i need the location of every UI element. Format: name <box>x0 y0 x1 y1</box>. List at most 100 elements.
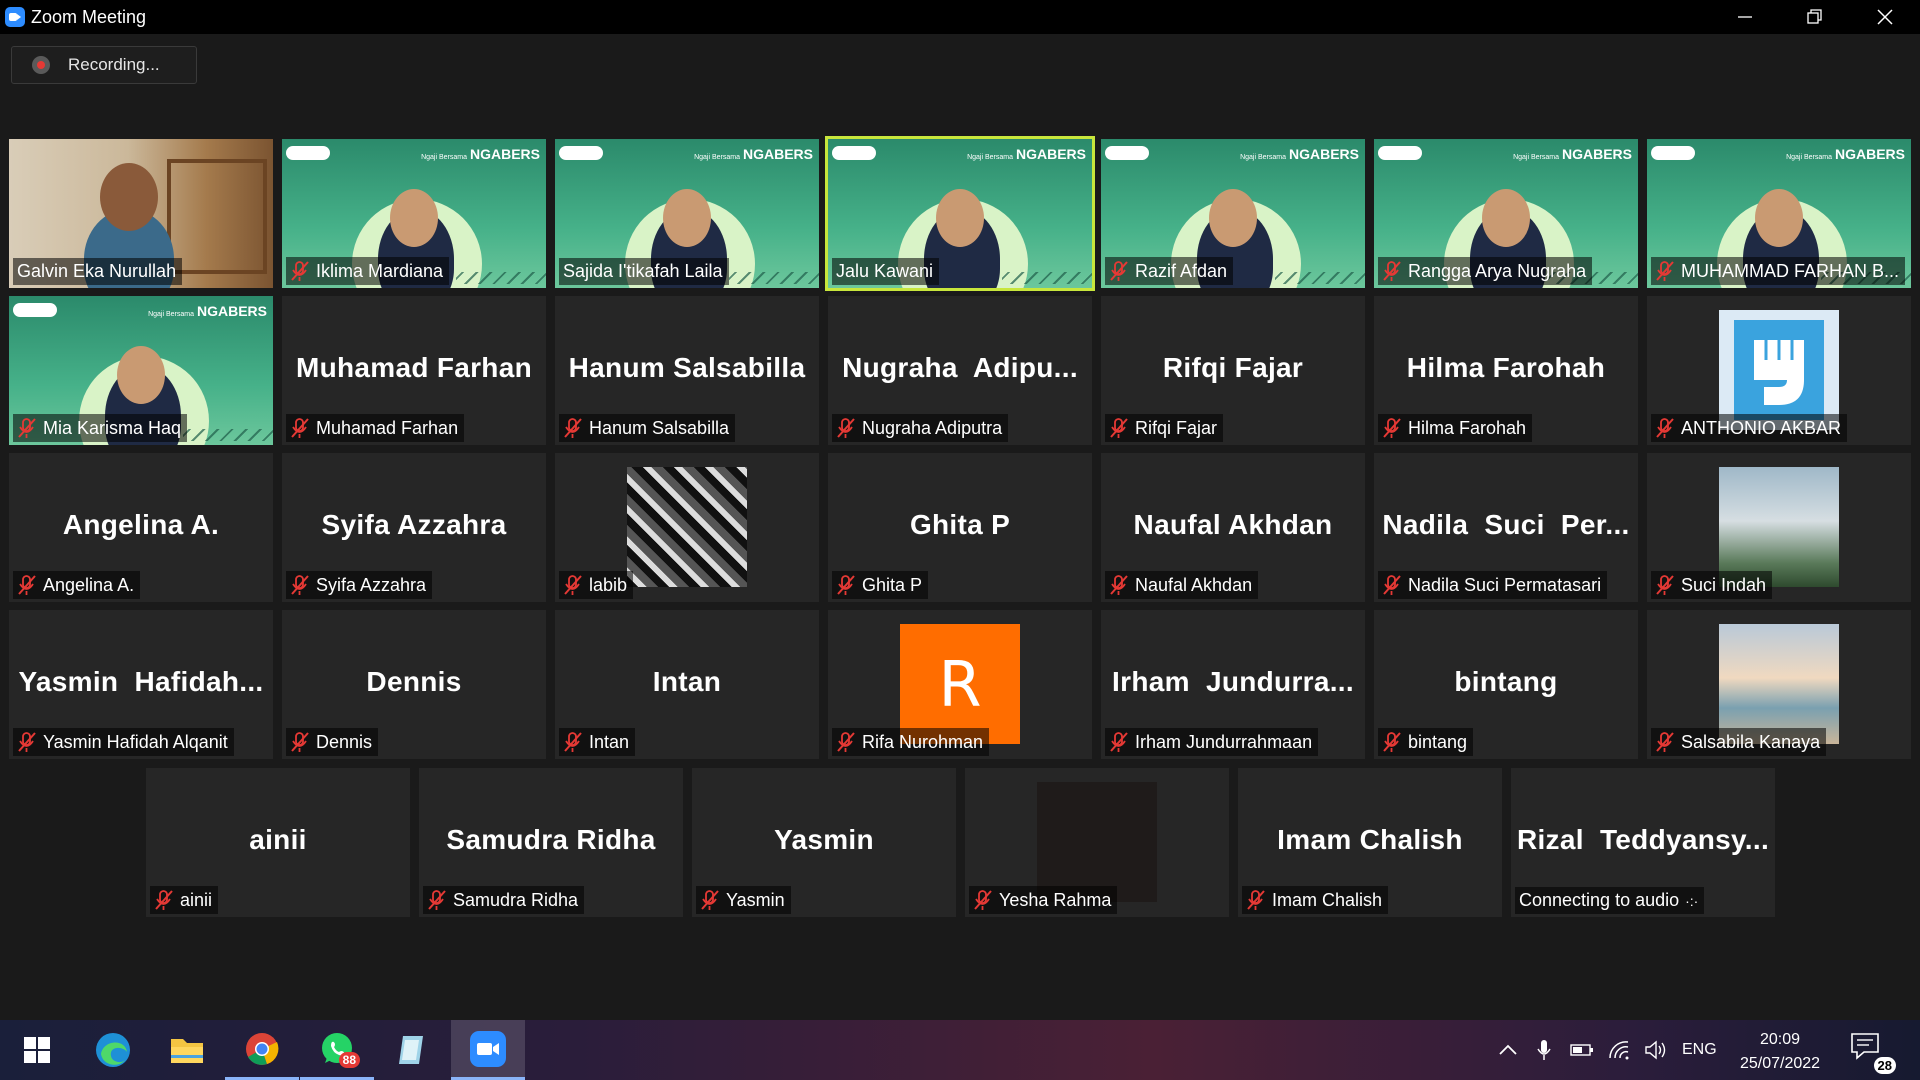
participant-tile[interactable]: Syifa Azzahra Syifa Azzahra <box>282 453 546 602</box>
participant-name: Hanum Salsabilla <box>589 417 730 438</box>
participant-name: Nadila Suci Permatasari <box>1408 574 1602 595</box>
participant-face <box>1755 189 1803 247</box>
edge-taskbar-button[interactable] <box>76 1020 150 1080</box>
participant-name-tag: Sajida I'tikafah Laila <box>559 258 729 285</box>
chrome-taskbar-button[interactable] <box>225 1020 299 1080</box>
participant-name-tag: Naufal Akhdan <box>1105 571 1259 599</box>
participant-name-tag: ainii <box>150 886 219 914</box>
participant-tile[interactable]: Yasmin Hafidah... Yasmin Hafidah Alqanit <box>9 610 273 759</box>
muted-mic-icon <box>564 418 582 438</box>
microphone-icon[interactable] <box>1536 1039 1552 1061</box>
participant-tile[interactable]: Ngaji Bersama NGABERS Jalu Kawani <box>825 136 1095 291</box>
participant-tile[interactable]: Ngaji Bersama NGABERS Sajida I'tikafah Lai… <box>555 139 819 288</box>
participant-tile[interactable]: Naufal Akhdan Naufal Akhdan <box>1101 453 1365 602</box>
participant-name-tag: Rifqi Fajar <box>1105 414 1224 442</box>
participant-name-tag: bintang <box>1378 728 1474 756</box>
muted-mic-icon <box>701 890 719 910</box>
muted-mic-icon <box>291 261 309 281</box>
participant-tile[interactable]: Yesha Rahma <box>965 768 1229 917</box>
participant-tile[interactable]: Suci Indah <box>1647 453 1911 602</box>
chrome-icon <box>246 1032 279 1065</box>
participant-name-tag: Nadila Suci Permatasari <box>1378 571 1608 599</box>
participant-tile[interactable]: Ghita P Ghita P <box>828 453 1092 602</box>
participant-tile[interactable]: Ngaji Bersama NGABERS Iklima Mardiana <box>282 139 546 288</box>
participant-tile[interactable]: labib <box>555 453 819 602</box>
participant-face <box>663 189 711 247</box>
participant-tile[interactable]: Muhamad Farhan Muhamad Farhan <box>282 296 546 445</box>
chevron-up-icon[interactable] <box>1498 1043 1518 1057</box>
muted-mic-icon <box>564 575 582 595</box>
participant-name-tag: MUHAMMAD FARHAN B... <box>1651 257 1906 285</box>
participant-tile[interactable]: Hanum Salsabilla Hanum Salsabilla <box>555 296 819 445</box>
participant-tile[interactable]: Ngaji Bersama NGABERS MUHAMMAD FARHAN B... <box>1647 139 1911 288</box>
participant-tile[interactable]: Nadila Suci Per... Nadila Suci Permatasar… <box>1374 453 1638 602</box>
participant-name-tag: Salsabila Kanaya <box>1651 728 1827 756</box>
participant-display-name: Hilma Farohah <box>1406 352 1606 383</box>
participant-tile[interactable]: Ngaji Bersama NGABERS Razif Afdan <box>1101 139 1365 288</box>
clock[interactable]: 20:09 25/07/2022 <box>1725 1028 1835 1076</box>
participant-tile[interactable]: Galvin Eka Nurullah <box>9 139 273 288</box>
background-brand: Ngaji Bersama NGABERS <box>1786 146 1905 162</box>
participant-name-tag: ANTHONIO AKBAR <box>1651 414 1848 442</box>
title-bar: Zoom Meeting <box>0 0 1920 34</box>
participant-display-name: Yasmin Hafidah... <box>18 666 264 697</box>
participant-tile[interactable]: Nugraha Adipu... Nugraha Adiputra <box>828 296 1092 445</box>
recording-indicator[interactable]: Recording... <box>11 46 197 84</box>
participant-tile[interactable]: R Rifa Nurohman <box>828 610 1092 759</box>
participant-tile[interactable]: Dennis Dennis <box>282 610 546 759</box>
muted-mic-icon <box>1656 418 1674 438</box>
zoom-taskbar-button[interactable] <box>451 1020 525 1080</box>
participant-tile[interactable]: Rifqi Fajar Rifqi Fajar <box>1101 296 1365 445</box>
participant-display-name: Naufal Akhdan <box>1133 509 1333 540</box>
start-button[interactable] <box>0 1020 74 1080</box>
notes-taskbar-button[interactable] <box>375 1020 449 1080</box>
participant-tile[interactable]: Yasmin Yasmin <box>692 768 956 917</box>
participant-name-tag: Dennis <box>286 728 379 756</box>
restore-button[interactable] <box>1780 0 1850 34</box>
minimize-button[interactable] <box>1710 0 1780 34</box>
action-center-button[interactable]: 28 <box>1850 1032 1896 1074</box>
muted-mic-icon <box>1110 261 1128 281</box>
close-icon <box>1877 9 1893 25</box>
muted-mic-icon <box>1110 418 1128 438</box>
clock-time: 20:09 <box>1759 1031 1801 1048</box>
participant-tile[interactable]: Irham Jundurra... Irham Jundurrahmaan <box>1101 610 1365 759</box>
participant-name: Syifa Azzahra <box>316 574 427 595</box>
participant-tile[interactable]: bintang bintang <box>1374 610 1638 759</box>
participant-tile[interactable]: Salsabila Kanaya <box>1647 610 1911 759</box>
fist-icon <box>1734 320 1824 420</box>
whatsapp-taskbar-button[interactable]: 88 <box>300 1020 374 1080</box>
participant-tile[interactable]: Samudra Ridha Samudra Ridha <box>419 768 683 917</box>
language-indicator[interactable]: ENG <box>1682 1041 1717 1059</box>
participant-display-name: Nadila Suci Per... <box>1382 509 1630 540</box>
participant-tile[interactable]: ainii ainii <box>146 768 410 917</box>
participant-display-name: Angelina A. <box>62 509 220 540</box>
muted-mic-icon <box>291 732 309 752</box>
participant-name-tag: Muhamad Farhan <box>286 414 465 442</box>
participant-tile[interactable]: Ngaji Bersama NGABERS Mia Karisma Haq <box>9 296 273 445</box>
file-explorer-taskbar-button[interactable] <box>150 1020 224 1080</box>
wifi-icon[interactable] <box>1608 1040 1630 1060</box>
participant-name: Nugraha Adiputra <box>862 417 1003 438</box>
participant-tile[interactable]: Ngaji Bersama NGABERS Rangga Arya Nugraha <box>1374 139 1638 288</box>
participant-tile[interactable]: Angelina A. Angelina A. <box>9 453 273 602</box>
battery-icon[interactable] <box>1570 1043 1594 1057</box>
folder-icon <box>171 1039 203 1063</box>
participant-name-tag: Yasmin <box>696 886 791 914</box>
participant-display-name: Ghita P <box>909 509 1011 540</box>
participant-tile[interactable]: Imam Chalish Imam Chalish <box>1238 768 1502 917</box>
participant-display-name: Hanum Salsabilla <box>568 352 806 383</box>
participant-tile[interactable]: Rizal Teddyansy... Connecting to audio ·:· <box>1511 768 1775 917</box>
close-button[interactable] <box>1850 0 1920 34</box>
participant-name: Ghita P <box>862 574 923 595</box>
volume-icon[interactable] <box>1644 1040 1666 1060</box>
whatsapp-badge: 88 <box>338 1052 360 1068</box>
participant-tile[interactable]: Intan Intan <box>555 610 819 759</box>
recording-label: Recording... <box>68 55 160 74</box>
participant-name: bintang <box>1408 731 1468 752</box>
participant-face <box>1482 189 1530 247</box>
participant-tile[interactable]: ANTHONIO AKBAR <box>1647 296 1911 445</box>
participant-tile[interactable]: Hilma Farohah Hilma Farohah <box>1374 296 1638 445</box>
participant-name-tag: Connecting to audio ·:· <box>1515 887 1705 914</box>
profile-picture <box>1719 310 1839 430</box>
